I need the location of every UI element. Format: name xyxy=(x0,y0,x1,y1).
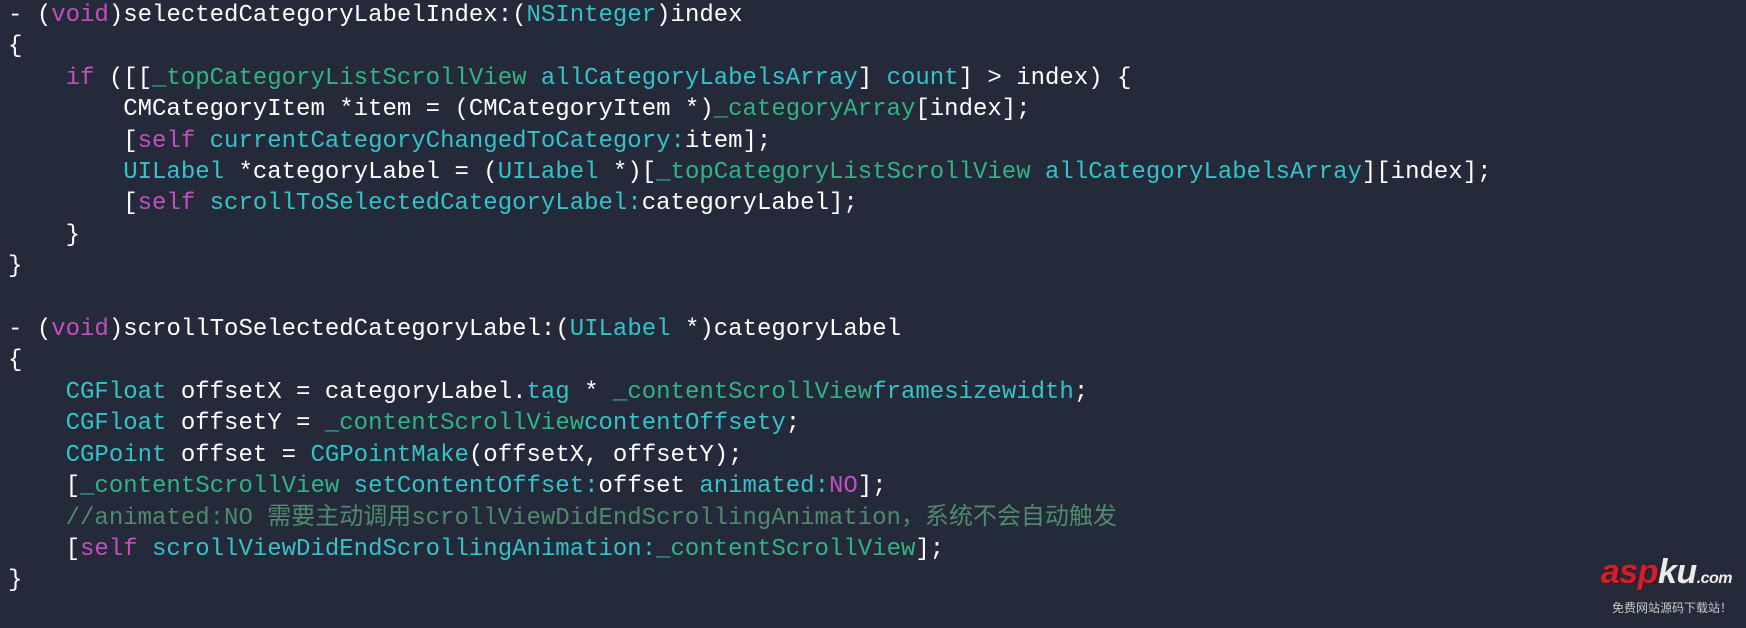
line-15: CGPoint offset = CGPointMake(offsetX, of… xyxy=(8,442,743,469)
line-17: //animated:NO 需要主动调用scrollViewDidEndScro… xyxy=(8,505,1117,532)
line-6: UILabel *categoryLabel = (UILabel *)[_to… xyxy=(8,159,1492,186)
line-3: if ([[_topCategoryListScrollView allCate… xyxy=(8,65,1131,92)
line-18: [self scrollViewDidEndScrollingAnimation… xyxy=(8,536,944,563)
line-19: } xyxy=(8,567,22,594)
line-11: - (void)scrollToSelectedCategoryLabel:(U… xyxy=(8,316,901,343)
watermark-tagline: 免费网站源码下载站！ xyxy=(1601,593,1732,624)
line-1: - (void)selectedCategoryLabelIndex:(NSIn… xyxy=(8,2,743,29)
line-13: CGFloat offsetX = categoryLabel.tag * _c… xyxy=(8,379,1088,406)
line-12: { xyxy=(8,347,22,374)
line-14: CGFloat offsetY = _contentScrollViewcont… xyxy=(8,410,800,437)
watermark-brand-red: asp xyxy=(1601,553,1658,591)
line-7: [self scrollToSelectedCategoryLabel:cate… xyxy=(8,190,858,217)
watermark-brand-white: ku xyxy=(1658,553,1697,591)
line-5: [self currentCategoryChangedToCategory:i… xyxy=(8,128,771,155)
line-4: CMCategoryItem *item = (CMCategoryItem *… xyxy=(8,96,1031,123)
line-16: [_contentScrollView setContentOffset:off… xyxy=(8,473,887,500)
watermark-logo: aspku.com 免费网站源码下载站！ xyxy=(1601,557,1732,624)
watermark-dotcom: .com xyxy=(1697,570,1732,587)
line-8: } xyxy=(8,222,80,249)
line-9: } xyxy=(8,253,22,280)
line-2: { xyxy=(8,33,22,60)
code-block: - (void)selectedCategoryLabelIndex:(NSIn… xyxy=(0,0,1746,597)
